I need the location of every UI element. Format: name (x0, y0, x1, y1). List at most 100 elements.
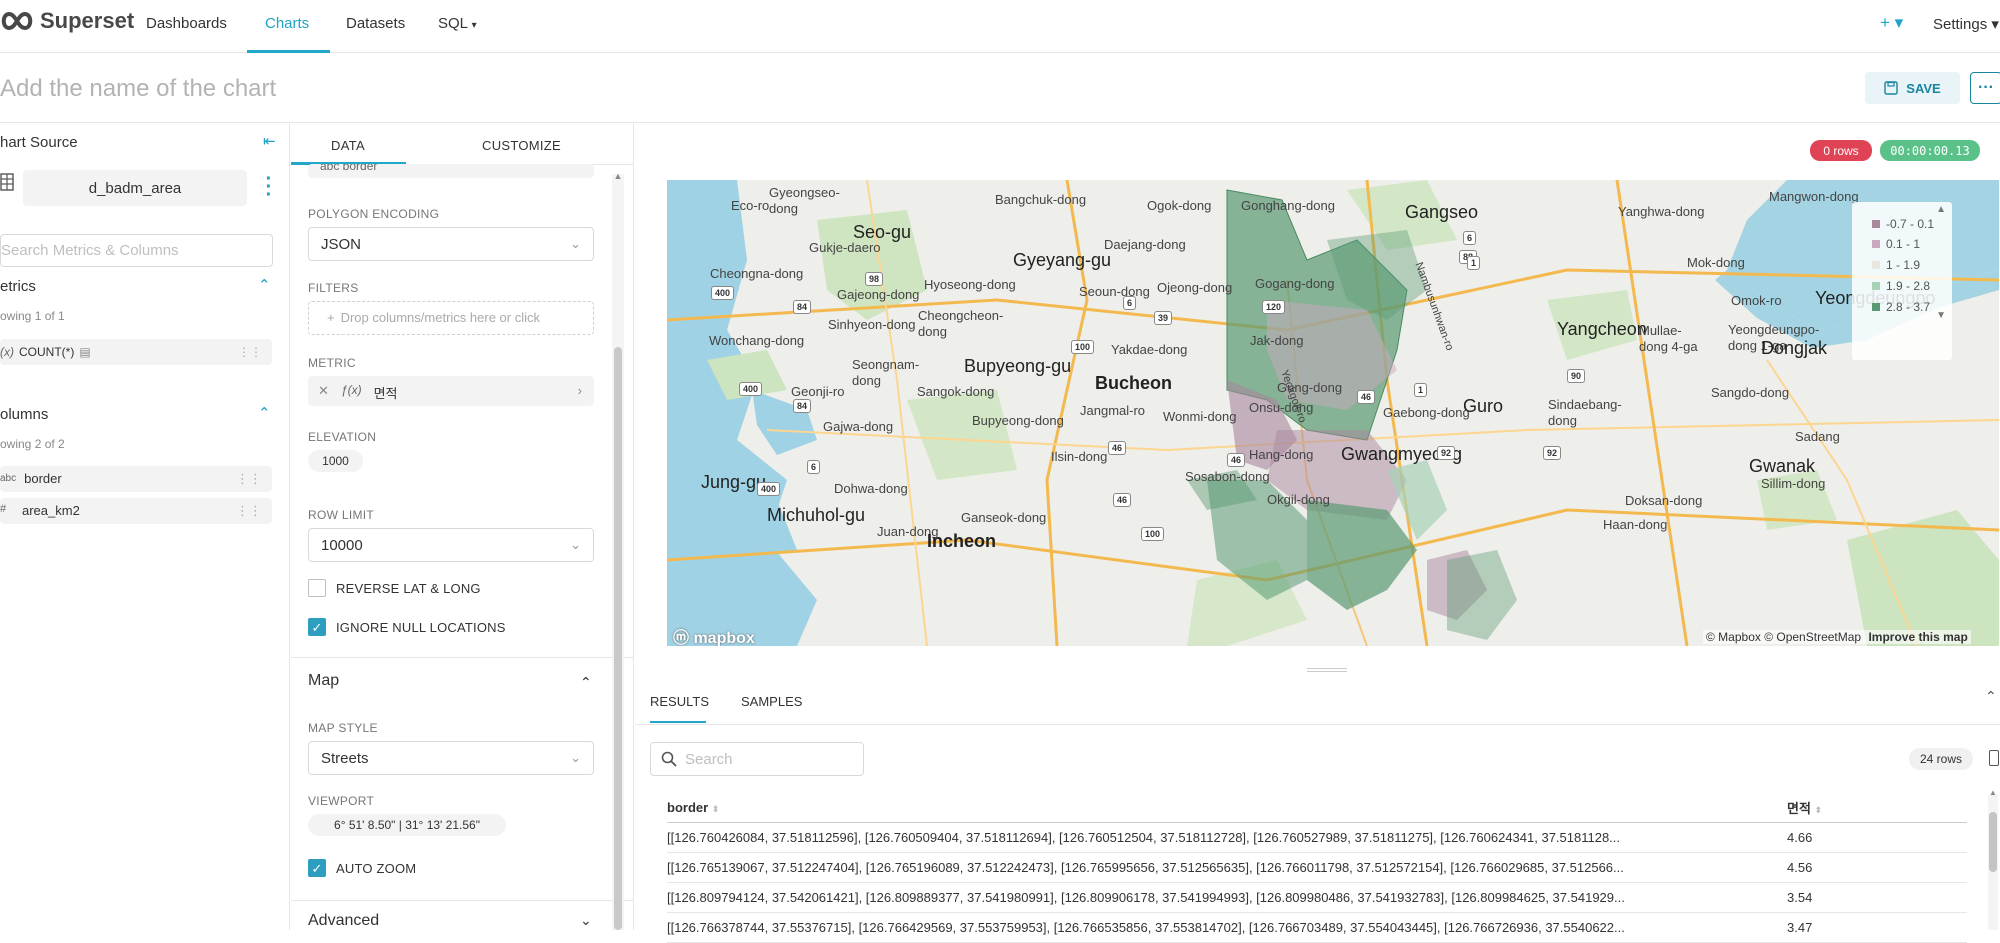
road-shield-icon: 6 (1123, 296, 1137, 310)
chevron-down-icon[interactable]: ⌄ (580, 912, 592, 929)
chevron-up-icon[interactable]: ⌃ (258, 404, 271, 422)
map-place-label: Ilsin-dong (1051, 449, 1108, 464)
cell-border: [[126.760426084, 37.518112596], [126.760… (667, 822, 1787, 853)
save-button[interactable]: SAVE (1865, 72, 1960, 104)
chevron-down-icon: ▾ (471, 20, 477, 31)
map-place-label: Eco-ro (731, 198, 770, 213)
advanced-section-title[interactable]: Advanced (308, 912, 379, 930)
results-search-input[interactable]: Search (650, 742, 864, 776)
metric-chip-border[interactable]: abc border (308, 164, 594, 178)
nav-dashboards[interactable]: Dashboards (146, 15, 227, 32)
ignore-null-checkbox[interactable]: ✓ (308, 618, 326, 636)
dataset-name[interactable]: d_badm_area (23, 170, 247, 206)
table-row[interactable]: [[126.760426084, 37.518112596], [126.760… (667, 822, 1967, 853)
legend-scroll-down-icon[interactable]: ▼ (1936, 310, 1946, 321)
reverse-lat-long-checkbox[interactable] (308, 579, 326, 597)
metrics-section-title[interactable]: etrics (0, 278, 36, 295)
scrollbar-thumb[interactable] (614, 347, 622, 930)
sort-icon[interactable]: ⬍ (712, 804, 720, 814)
auto-zoom-checkbox[interactable]: ✓ (308, 859, 326, 877)
remove-icon[interactable]: ✕ (318, 383, 329, 399)
map-place-label: Ojeong-dong (1157, 280, 1233, 295)
chevron-down-icon: ⌄ (570, 750, 581, 765)
tab-data[interactable]: DATA (331, 138, 365, 153)
column-item-border[interactable]: abc border ⋮⋮ (0, 466, 272, 492)
chevron-up-icon[interactable]: ⌃ (580, 674, 592, 691)
table-row[interactable]: [[126.766378744, 37.55376715], [126.7664… (667, 912, 1967, 943)
more-actions-button[interactable]: ··· (1970, 72, 2000, 104)
sort-icon[interactable]: ⬍ (1815, 805, 1823, 815)
scroll-up-arrow[interactable]: ▲ (1988, 788, 1998, 797)
viewport-value[interactable]: 6° 51' 8.50" | 31° 13' 21.56" (308, 814, 506, 836)
section-divider (291, 900, 633, 901)
elevation-value[interactable]: 1000 (308, 450, 363, 472)
road-shield-icon: 1 (1467, 256, 1481, 270)
metrics-columns-search[interactable]: Search Metrics & Columns (0, 234, 273, 267)
drag-handle-icon[interactable]: ⋮⋮ (236, 503, 262, 519)
copy-icon[interactable] (1989, 750, 1999, 766)
columns-section-title[interactable]: olumns (0, 406, 48, 423)
road-shield-icon: 92 (1437, 446, 1456, 460)
tab-customize[interactable]: CUSTOMIZE (482, 138, 561, 153)
nav-charts[interactable]: Charts (265, 15, 309, 32)
map-place-label: Hang-dong (1249, 447, 1314, 462)
chevron-up-icon[interactable]: ⌃ (258, 276, 271, 294)
map-place-label: Incheon (927, 531, 997, 551)
legend-label: 0.1 - 1 (1886, 237, 1921, 251)
tab-samples[interactable]: SAMPLES (741, 694, 802, 709)
column-item-area[interactable]: # area_km2 ⋮⋮ (0, 498, 272, 524)
scroll-up-arrow[interactable]: ▲ (612, 171, 624, 181)
selected-value: Streets (321, 750, 369, 767)
deck-polygon-map[interactable]: Gyeongseo-dong Bangchuk-dong Ogok-dong Gong… (667, 180, 1999, 646)
dataset-menu-icon[interactable]: · · · (264, 169, 274, 205)
new-menu-button[interactable]: + ▾ (1880, 13, 1903, 33)
filters-drop-zone[interactable]: + Drop columns/metrics here or click (308, 301, 594, 335)
row-limit-select[interactable]: 10000 ⌄ (308, 528, 594, 562)
results-row-count: 24 rows (1909, 748, 1973, 770)
column-header-area[interactable]: 면적 ⬍ (1787, 794, 1967, 823)
drag-handle-icon[interactable]: ⋮⋮ (238, 345, 262, 359)
map-section-title[interactable]: Map (308, 672, 339, 690)
results-scrollbar-thumb[interactable] (1989, 812, 1997, 872)
chevron-right-icon[interactable]: › (578, 383, 582, 398)
superset-logo[interactable]: Superset (0, 8, 134, 34)
map-place-label: Mangwon-dong (1769, 189, 1859, 204)
table-row[interactable]: [[126.809794124, 37.542061421], [126.809… (667, 882, 1967, 913)
cell-border: [[126.766378744, 37.55376715], [126.7664… (667, 912, 1787, 943)
metric-item-count[interactable]: (x) COUNT(*) ▤ ⋮⋮ (0, 339, 272, 365)
resize-handle[interactable] (1307, 668, 1347, 672)
nav-sql[interactable]: SQL ▾ (438, 15, 477, 32)
cell-area: 3.54 (1787, 882, 1967, 913)
timer-badge: 00:00:00.13 (1880, 140, 1980, 161)
table-row[interactable]: [[126.765139067, 37.512247404], [126.765… (667, 852, 1967, 883)
legend-swatch (1872, 240, 1880, 248)
mapbox-logo[interactable]: ⓜ mapbox (673, 624, 755, 646)
map-place-label: Okgil-dong (1267, 492, 1330, 507)
column-header-border[interactable]: border ⬍ (667, 794, 1787, 823)
road-shield-icon: 6 (1463, 231, 1477, 245)
road-shield-icon: 400 (711, 286, 735, 300)
road-shield-icon: 92 (1543, 446, 1562, 460)
polygon-encoding-select[interactable]: JSON ⌄ (308, 227, 594, 261)
chart-name-input[interactable]: Add the name of the chart (0, 75, 276, 103)
map-style-select[interactable]: Streets ⌄ (308, 741, 594, 775)
map-place-label: Hyoseong-dong (924, 277, 1016, 292)
map-place-label: Sangdo-dong (1711, 385, 1790, 400)
save-icon (1884, 81, 1898, 95)
nav-datasets[interactable]: Datasets (346, 15, 405, 32)
metric-label: METRIC (308, 356, 356, 370)
chart-panel: 0 rows 00:00:00.13 Gyeongseo- dong Bangc… (635, 124, 2000, 943)
attribution-text[interactable]: © Mapbox © OpenStreetMap (1706, 630, 1861, 644)
tab-divider (635, 724, 2000, 725)
tab-results[interactable]: RESULTS (650, 694, 709, 709)
map-place-label: Gukje-daero (809, 240, 881, 255)
drag-handle-icon[interactable]: ⋮⋮ (236, 471, 262, 487)
improve-map-link[interactable]: Improve this map (1868, 630, 1967, 644)
metric-chip[interactable]: ✕ ƒ(x) 면적 › (308, 376, 594, 406)
settings-menu[interactable]: Settings ▾ (1933, 15, 1999, 33)
collapse-results-icon[interactable]: ⌃ (1985, 688, 1997, 705)
legend-scroll-up-icon[interactable]: ▲ (1936, 204, 1946, 215)
road-shield-icon: 39 (1154, 311, 1173, 325)
collapse-panel-icon[interactable]: ⇤ (263, 132, 276, 150)
map-place-label: Bupyeong-gu (964, 356, 1072, 376)
